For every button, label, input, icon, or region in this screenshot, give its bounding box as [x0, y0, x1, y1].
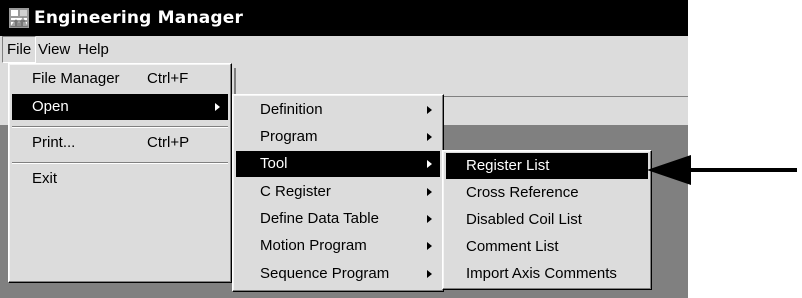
menu-item-label: Definition: [260, 101, 323, 118]
open-submenu: Definition Program Tool C Register Defin…: [232, 94, 444, 292]
submenu-item-sequence-program[interactable]: Sequence Program: [236, 261, 440, 287]
left-pointing-arrow-icon: [647, 155, 797, 185]
menu-item-label: Import Axis Comments: [466, 265, 617, 282]
application-window: Engineering Manager File View Help File …: [0, 0, 688, 298]
menu-bar: File View Help: [0, 36, 688, 63]
menu-item-label: Open: [32, 98, 69, 115]
submenu-item-c-register[interactable]: C Register: [236, 179, 440, 205]
menu-item-label: Cross Reference: [466, 184, 579, 201]
submenu-arrow-icon: [427, 215, 432, 223]
menu-item-label: Program: [260, 128, 318, 145]
menu-item-label: File Manager: [32, 70, 120, 87]
menu-item-label: Exit: [32, 170, 58, 187]
submenu-arrow-icon: [427, 106, 432, 114]
menu-item-open[interactable]: Open: [12, 94, 228, 120]
menu-separator: [12, 126, 228, 128]
submenu-item-define-data-table[interactable]: Define Data Table: [236, 206, 440, 232]
menu-file[interactable]: File: [2, 36, 37, 63]
submenu-item-disabled-coil-list[interactable]: Disabled Coil List: [446, 207, 648, 233]
menu-item-label: C Register: [260, 183, 331, 200]
menu-item-label: Motion Program: [260, 237, 367, 254]
submenu-arrow-icon: [215, 103, 220, 111]
submenu-arrow-icon: [427, 270, 432, 278]
submenu-arrow-icon: [427, 242, 432, 250]
toolbar-panel: [234, 68, 688, 94]
application-icon: [9, 8, 29, 28]
submenu-item-register-list[interactable]: Register List: [446, 153, 648, 179]
menu-item-label: Tool: [260, 155, 288, 172]
submenu-item-program[interactable]: Program: [236, 124, 440, 150]
menu-view[interactable]: View: [34, 36, 74, 63]
menu-item-label: Comment List: [466, 238, 559, 255]
menu-help[interactable]: Help: [74, 36, 113, 63]
menu-item-exit[interactable]: Exit: [12, 166, 228, 192]
menu-item-label: Disabled Coil List: [466, 211, 582, 228]
submenu-item-comment-list[interactable]: Comment List: [446, 234, 648, 260]
submenu-arrow-icon: [427, 160, 432, 168]
menu-item-label: Sequence Program: [260, 265, 390, 282]
submenu-arrow-icon: [427, 133, 432, 141]
menu-item-file-manager[interactable]: File Manager Ctrl+F: [12, 66, 228, 92]
submenu-item-definition[interactable]: Definition: [236, 97, 440, 123]
menu-item-label: Register List: [466, 157, 550, 174]
file-dropdown-menu: File Manager Ctrl+F Open Print... Ctrl+P…: [8, 63, 232, 283]
submenu-arrow-icon: [427, 188, 432, 196]
menu-item-shortcut: Ctrl+P: [147, 134, 190, 151]
submenu-item-import-axis-comments[interactable]: Import Axis Comments: [446, 261, 648, 287]
window-title: Engineering Manager: [34, 8, 244, 28]
submenu-item-cross-reference[interactable]: Cross Reference: [446, 180, 648, 206]
submenu-item-tool[interactable]: Tool: [236, 151, 440, 177]
tool-submenu: Register List Cross Reference Disabled C…: [442, 150, 652, 290]
menu-item-label: Print...: [32, 134, 76, 151]
menu-item-label: Define Data Table: [260, 210, 379, 227]
submenu-item-motion-program[interactable]: Motion Program: [236, 233, 440, 259]
menu-separator: [12, 162, 228, 164]
menu-item-print[interactable]: Print... Ctrl+P: [12, 130, 228, 156]
menu-item-shortcut: Ctrl+F: [147, 70, 189, 87]
title-bar[interactable]: Engineering Manager: [0, 0, 688, 36]
